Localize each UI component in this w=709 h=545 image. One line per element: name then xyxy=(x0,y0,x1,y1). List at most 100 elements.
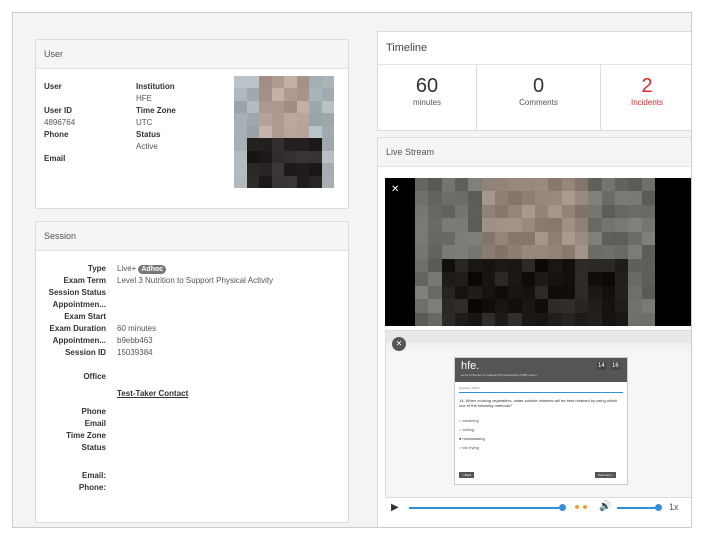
volume-icon[interactable]: 🔊 xyxy=(599,501,611,512)
mosaic-pixel xyxy=(641,218,655,232)
mosaic-pixel xyxy=(641,285,655,300)
mosaic-pixel xyxy=(588,218,602,232)
mosaic-pixel xyxy=(468,231,482,246)
mosaic-pixel xyxy=(481,218,495,232)
mosaic-pixel xyxy=(454,258,469,273)
mosaic-pixel xyxy=(454,191,469,205)
mosaic-pixel xyxy=(441,245,455,259)
option-4[interactable]: ○ stir-frying xyxy=(459,445,479,450)
contact-email-label: Email xyxy=(84,419,106,428)
mosaic-pixel xyxy=(271,150,284,164)
option-1[interactable]: ○ steaming xyxy=(459,418,479,423)
mosaic-pixel xyxy=(234,88,247,101)
user-id-label: User ID xyxy=(44,106,73,115)
seek-handle[interactable] xyxy=(559,504,566,511)
exam-logo: hfe. xyxy=(461,360,480,372)
mosaic-pixel xyxy=(259,150,272,164)
exam-duration-label: Exam Duration xyxy=(49,324,106,333)
status-value: Active xyxy=(136,142,158,151)
mosaic-pixel xyxy=(508,204,522,219)
mosaic-pixel xyxy=(481,299,495,313)
mosaic-pixel xyxy=(454,272,469,286)
mosaic-pixel xyxy=(521,218,535,232)
mosaic-pixel xyxy=(309,175,322,188)
mosaic-pixel xyxy=(321,175,334,188)
mosaic-pixel xyxy=(574,285,589,300)
metric-comments[interactable]: 0 Comments xyxy=(477,65,601,131)
mosaic-pixel xyxy=(296,113,309,126)
incident-marker-1[interactable] xyxy=(575,505,579,509)
back-button[interactable]: < Back xyxy=(459,472,475,478)
mosaic-pixel xyxy=(548,231,562,246)
mosaic-pixel xyxy=(441,285,455,300)
seek-bar[interactable] xyxy=(409,507,559,509)
mosaic-pixel xyxy=(588,258,602,273)
mosaic-pixel xyxy=(494,245,509,259)
mosaic-pixel xyxy=(246,113,259,126)
mosaic-pixel xyxy=(534,258,549,273)
mosaic-pixel xyxy=(641,231,655,246)
mosaic-pixel xyxy=(271,125,284,139)
mosaic-pixel xyxy=(415,204,429,219)
playback-speed[interactable]: 1x xyxy=(669,502,679,512)
question-number: Question 14/16 xyxy=(459,386,480,390)
webcam-video[interactable]: ✕ xyxy=(385,178,691,326)
option-1-label: steaming xyxy=(462,418,479,423)
metric-minutes[interactable]: 60 minutes xyxy=(378,65,477,131)
mosaic-pixel xyxy=(534,204,549,219)
mosaic-pixel xyxy=(508,258,522,273)
mosaic-pixel xyxy=(441,204,455,219)
mosaic-pixel xyxy=(321,125,334,139)
mosaic-pixel xyxy=(321,113,334,126)
mosaic-pixel xyxy=(574,245,589,259)
mosaic-pixel xyxy=(468,245,482,259)
mosaic-pixel xyxy=(481,178,495,192)
volume-slider[interactable] xyxy=(617,507,659,509)
option-4-label: stir-frying xyxy=(462,445,479,450)
timezone-label: Time Zone xyxy=(136,106,176,115)
mosaic-pixel xyxy=(296,150,309,164)
mosaic-pixel xyxy=(641,258,655,273)
mosaic-pixel xyxy=(641,312,655,326)
mosaic-pixel xyxy=(561,231,575,246)
mosaic-pixel xyxy=(574,258,589,273)
contact-phone2-label: Phone: xyxy=(78,483,106,492)
mosaic-pixel xyxy=(284,175,297,188)
mosaic-pixel xyxy=(548,245,562,259)
mosaic-pixel xyxy=(296,138,309,151)
mosaic-pixel xyxy=(534,272,549,286)
mosaic-pixel xyxy=(614,272,629,286)
type-value: Live+ xyxy=(117,264,137,273)
mosaic-pixel xyxy=(234,113,247,126)
test-taker-contact-link[interactable]: Test-Taker Contact xyxy=(117,389,188,398)
mosaic-pixel xyxy=(628,272,642,286)
incident-marker-2[interactable] xyxy=(583,505,587,509)
mosaic-pixel xyxy=(614,191,629,205)
mosaic-pixel xyxy=(259,100,272,114)
play-icon[interactable]: ▶ xyxy=(391,502,399,513)
mosaic-pixel xyxy=(246,175,259,188)
metric-incidents[interactable]: 2 Incidents xyxy=(601,65,691,131)
mosaic-pixel xyxy=(271,175,284,188)
fullscreen-icon[interactable]: ✕ xyxy=(391,184,399,195)
mosaic-pixel xyxy=(574,191,589,205)
option-3[interactable]: ● microwaving xyxy=(459,436,485,441)
screen-share-video[interactable]: ✕ hfe. Level 3 Nutrition to Support Phys… xyxy=(385,330,691,498)
summary-button[interactable]: Summary > xyxy=(595,472,617,478)
mosaic-pixel xyxy=(271,100,284,114)
mosaic-pixel xyxy=(508,312,522,326)
mosaic-pixel xyxy=(415,258,429,273)
mosaic-pixel xyxy=(614,231,629,246)
mosaic-pixel xyxy=(441,218,455,232)
app-frame: User User User ID 4896764 Phone Email In… xyxy=(12,12,692,528)
timeline-header: Timeline xyxy=(378,32,691,65)
appointment-value: b9ebb463 xyxy=(117,336,153,345)
mosaic-pixel xyxy=(481,191,495,205)
screen-expand-icon[interactable]: ✕ xyxy=(392,337,406,351)
mosaic-pixel xyxy=(415,178,429,192)
volume-handle[interactable] xyxy=(655,504,662,511)
mosaic-pixel xyxy=(601,178,615,192)
mosaic-pixel xyxy=(271,88,284,101)
option-2[interactable]: ○ boiling xyxy=(459,427,474,432)
mosaic-pixel xyxy=(601,204,615,219)
